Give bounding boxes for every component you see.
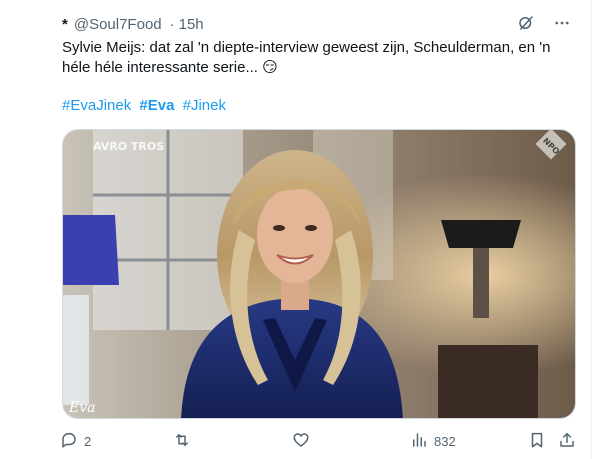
reply-button[interactable]: 2 — [60, 431, 91, 452]
views-count: 832 — [434, 433, 456, 449]
heart-icon — [292, 431, 310, 452]
like-button[interactable] — [292, 431, 316, 452]
hashtag-jinek[interactable]: #Jinek — [183, 97, 226, 114]
tweet-actions: 2 832 — [56, 428, 580, 454]
header-actions — [515, 12, 573, 34]
separator: · — [169, 15, 175, 33]
show-watermark: Eva — [68, 400, 95, 416]
bookmark-button[interactable] — [528, 431, 546, 452]
share-button[interactable] — [558, 431, 576, 452]
bookmark-icon — [528, 431, 546, 452]
tweet-media-image[interactable]: AVRO TROS NPO Eva — [62, 129, 576, 419]
retweet-button[interactable] — [172, 431, 198, 452]
more-icon[interactable] — [551, 12, 573, 34]
retweet-icon — [172, 431, 192, 452]
timestamp[interactable]: 15h — [179, 16, 204, 33]
hashtag-eva[interactable]: #Eva — [139, 97, 174, 114]
hashtag-row: #EvaJinek #Eva #Jinek — [62, 96, 230, 116]
views-button[interactable]: 832 — [410, 431, 456, 452]
reply-icon — [60, 431, 78, 452]
tweet[interactable]: * @Soul7Food · 15h Sylvie Meijs: dat zal… — [0, 0, 592, 459]
author-handle[interactable]: @Soul7Food — [74, 16, 162, 33]
tv-screenshot-photo: AVRO TROS NPO Eva — [63, 130, 575, 418]
share-icon — [558, 431, 576, 452]
reply-count: 2 — [84, 433, 92, 449]
hashtag-evajinek[interactable]: #EvaJinek — [62, 97, 131, 114]
grok-icon[interactable] — [515, 12, 537, 34]
author-name[interactable]: * — [62, 16, 68, 33]
tweet-text: Sylvie Meijs: dat zal 'n diepte-intervie… — [62, 39, 551, 76]
views-icon — [410, 431, 428, 452]
broadcaster-logo: AVRO TROS — [93, 140, 164, 153]
tweet-header: * @Soul7Food · 15h — [62, 14, 204, 34]
